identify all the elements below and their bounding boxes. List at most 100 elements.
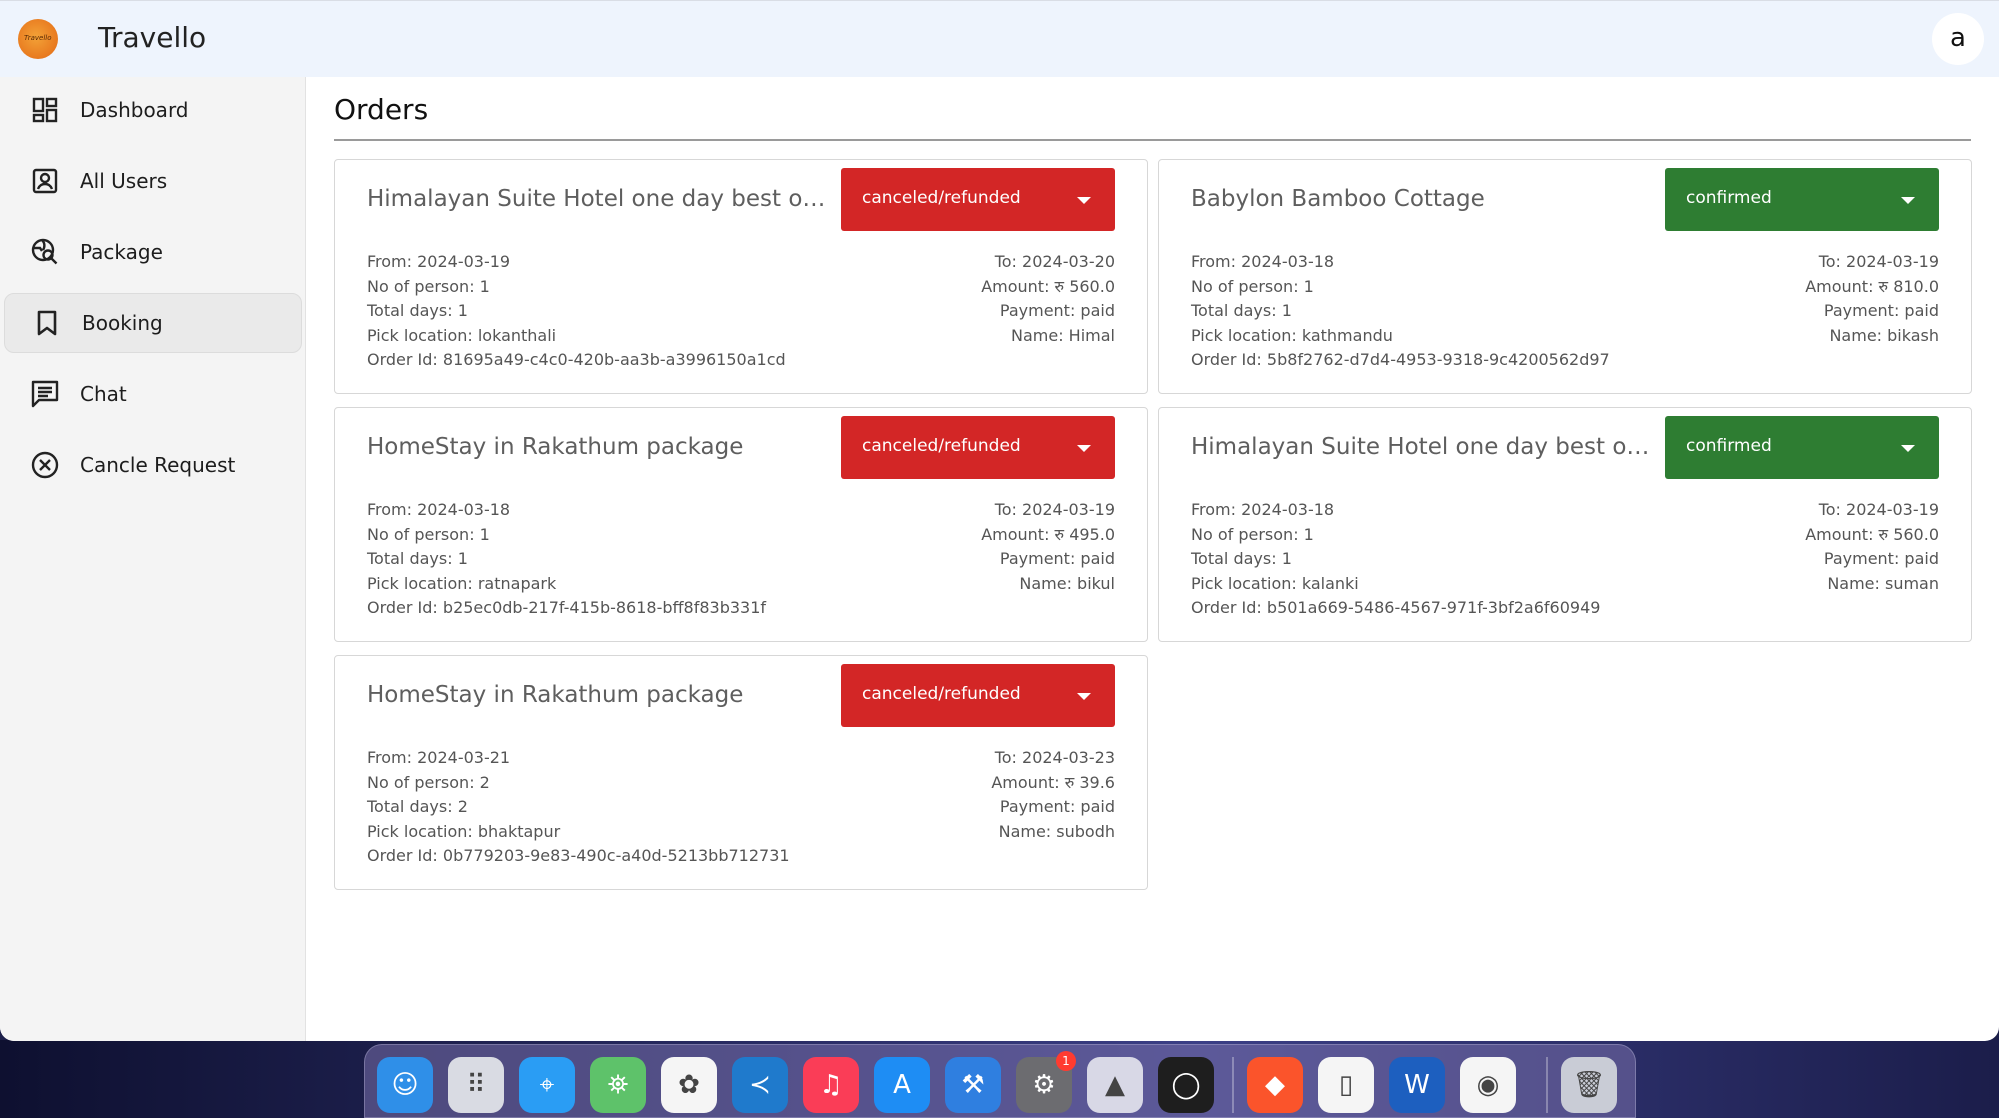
simulator-icon[interactable]: ▯: [1318, 1057, 1374, 1113]
maps-icon[interactable]: ⛯: [590, 1057, 646, 1113]
system-settings-icon[interactable]: ⚙ 1: [1016, 1051, 1076, 1113]
launchpad-icon[interactable]: ⠿: [448, 1057, 504, 1113]
chevron-down-icon: [1901, 197, 1915, 204]
sidebar-item-chat[interactable]: Chat: [4, 364, 302, 424]
brave-icon[interactable]: ◆: [1247, 1057, 1303, 1113]
dock-glyph: W: [1404, 1070, 1430, 1100]
activity-ring-icon[interactable]: ◯: [1158, 1057, 1214, 1113]
sidebar-item-package[interactable]: Package: [4, 222, 302, 282]
status-dropdown[interactable]: confirmed: [1665, 416, 1939, 479]
photos-icon[interactable]: ✿: [661, 1057, 717, 1113]
chevron-down-icon: [1901, 445, 1915, 452]
order-days: Total days: 2: [367, 797, 468, 817]
status-dropdown[interactable]: confirmed: [1665, 168, 1939, 231]
status-value: confirmed: [1686, 188, 1772, 208]
macos-dock: ☺ ⠿ ⌖ ⛯ ✿ ≺ ♫ A ⚒ ⚙ 1 ▲ ◯ ◆ ▯ W ◉ 🗑: [364, 1044, 1636, 1118]
order-title: HomeStay in Rakathum package: [367, 434, 744, 460]
sidebar-item-label: All Users: [80, 169, 168, 193]
chevron-down-icon: [1077, 197, 1091, 204]
sidebar-item-cancle-request[interactable]: Cancle Request: [4, 435, 302, 495]
status-value: canceled/refunded: [862, 188, 1021, 208]
order-id: Order Id: 0b779203-9e83-490c-a40d-5213bb…: [367, 846, 790, 866]
trash-icon[interactable]: 🗑: [1561, 1057, 1617, 1113]
order-title: HomeStay in Rakathum package: [367, 682, 744, 708]
xcode-icon[interactable]: ⚒: [945, 1057, 1001, 1113]
cancel-circle-icon: [30, 450, 60, 480]
order-amount: Amount: रु 810.0: [1805, 276, 1939, 296]
order-details: From: 2024-03-21 To: 2024-03-23 No of per…: [367, 746, 1115, 869]
dock-glyph: ⚒: [961, 1070, 985, 1100]
chat-icon: [30, 379, 60, 409]
order-pick-location: Pick location: ratnapark: [367, 573, 557, 593]
order-payment: Payment: paid: [999, 549, 1115, 569]
order-card: Himalayan Suite Hotel one day best offer…: [334, 159, 1148, 394]
safari-icon[interactable]: ⌖: [519, 1057, 575, 1113]
dock-glyph: 🗑: [1572, 1070, 1606, 1100]
app-window: Travello Travello a Dashboard All Users …: [0, 0, 1999, 1041]
dock-glyph: ▯: [1338, 1070, 1354, 1100]
order-pick-location: Pick location: bhaktapur: [367, 821, 561, 841]
order-id: Order Id: b501a669-5486-4567-971f-3bf2a6…: [1191, 598, 1601, 618]
app-title: Travello: [98, 21, 207, 54]
order-amount: Amount: रु 560.0: [1805, 524, 1939, 544]
order-to: To: 2024-03-23: [994, 748, 1115, 767]
page-title: Orders: [334, 93, 429, 126]
sidebar-item-label: Cancle Request: [80, 453, 236, 477]
order-from: From: 2024-03-18: [1191, 500, 1335, 519]
app-store-icon[interactable]: A: [874, 1057, 930, 1113]
logo-text: Travello: [24, 34, 52, 42]
order-title: Babylon Bamboo Cottage: [1191, 186, 1485, 212]
sidebar-item-label: Dashboard: [80, 98, 189, 122]
order-title: Himalayan Suite Hotel one day best offer: [367, 186, 827, 212]
sidebar-item-dashboard[interactable]: Dashboard: [4, 80, 302, 140]
sidebar-item-all-users[interactable]: All Users: [4, 151, 302, 211]
dock-separator: [1546, 1057, 1548, 1113]
dock-glyph: ⚙: [1032, 1070, 1056, 1100]
music-icon[interactable]: ♫: [803, 1057, 859, 1113]
dock-glyph: ▲: [1105, 1070, 1125, 1100]
order-persons: No of person: 2: [367, 772, 490, 792]
sidebar-item-label: Chat: [80, 382, 127, 406]
order-pick-location: Pick location: lokanthali: [367, 325, 557, 345]
dock-glyph: ⠿: [466, 1070, 486, 1100]
top-bar: Travello Travello a: [0, 0, 1999, 77]
order-from: From: 2024-03-18: [1191, 252, 1335, 271]
order-name: Name: bikash: [1829, 325, 1939, 345]
order-amount: Amount: रु 39.6: [991, 772, 1115, 792]
travel-search-icon: [30, 237, 60, 267]
order-card: HomeStay in Rakathum package canceled/re…: [334, 655, 1148, 890]
sidebar-item-label: Booking: [82, 311, 163, 335]
chrome-icon[interactable]: ◉: [1460, 1057, 1516, 1113]
dock-glyph: ◆: [1265, 1070, 1285, 1100]
order-id: Order Id: b25ec0db-217f-415b-8618-bff8f8…: [367, 598, 767, 618]
order-id: Order Id: 5b8f2762-d7d4-4953-9318-9c4200…: [1191, 350, 1610, 370]
finder-icon[interactable]: ☺: [377, 1057, 433, 1113]
order-from: From: 2024-03-18: [367, 500, 511, 519]
dock-glyph: ⛯: [607, 1069, 629, 1100]
status-dropdown[interactable]: canceled/refunded: [841, 664, 1115, 727]
order-pick-location: Pick location: kalanki: [1191, 573, 1359, 593]
order-days: Total days: 1: [1191, 549, 1292, 569]
user-box-icon: [30, 166, 60, 196]
status-value: canceled/refunded: [862, 684, 1021, 704]
status-dropdown[interactable]: canceled/refunded: [841, 168, 1115, 231]
order-name: Name: suman: [1827, 573, 1939, 593]
order-from: From: 2024-03-21: [367, 748, 511, 767]
order-persons: No of person: 1: [1191, 524, 1314, 544]
order-details: From: 2024-03-18 To: 2024-03-19 No of per…: [1191, 250, 1939, 373]
title-divider: [334, 139, 1971, 141]
vscode-icon[interactable]: ≺: [732, 1057, 788, 1113]
affinity-icon[interactable]: ▲: [1087, 1057, 1143, 1113]
order-persons: No of person: 1: [367, 524, 490, 544]
order-payment: Payment: paid: [999, 797, 1115, 817]
avatar[interactable]: a: [1932, 13, 1984, 65]
sidebar-item-booking[interactable]: Booking: [4, 293, 302, 353]
order-payment: Payment: paid: [1823, 549, 1939, 569]
sidebar-item-label: Package: [80, 240, 163, 264]
order-persons: No of person: 1: [1191, 276, 1314, 296]
status-dropdown[interactable]: canceled/refunded: [841, 416, 1115, 479]
order-pick-location: Pick location: kathmandu: [1191, 325, 1393, 345]
order-days: Total days: 1: [367, 301, 468, 321]
order-to: To: 2024-03-19: [1818, 252, 1939, 271]
word-icon[interactable]: W: [1389, 1057, 1445, 1113]
